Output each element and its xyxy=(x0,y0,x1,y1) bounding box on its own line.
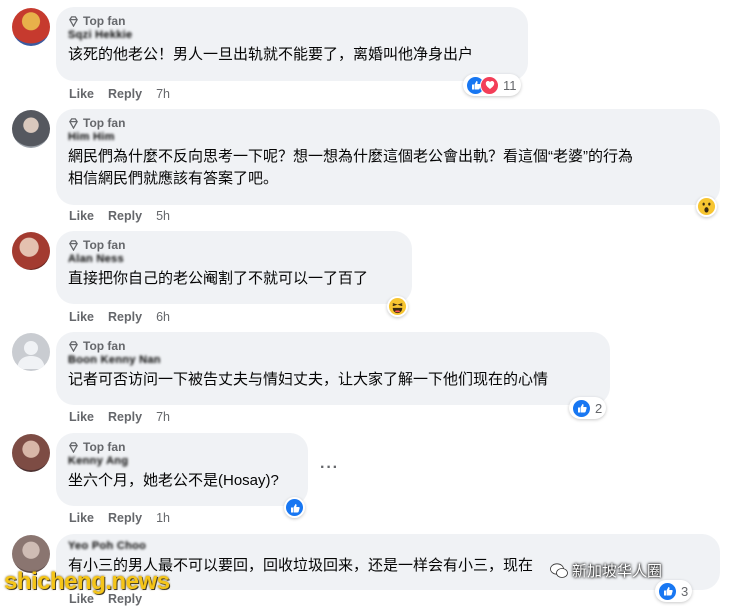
reply-button[interactable]: Reply xyxy=(108,87,142,101)
comment-text: 该死的他老公！男人一旦出轨就不能要了，离婚叫他净身出户 xyxy=(68,46,474,63)
wechat-icon xyxy=(550,562,568,578)
timestamp[interactable]: 1h xyxy=(156,511,170,525)
reaction-summary[interactable] xyxy=(284,497,305,518)
author-name[interactable]: Him Him xyxy=(68,131,708,146)
comment-text: 坐六个月，她老公不是(Hosay)? xyxy=(68,472,279,489)
diamond-icon xyxy=(69,117,78,129)
reaction-summary[interactable]: 11 xyxy=(463,74,521,96)
reaction-count: 11 xyxy=(503,77,517,93)
reaction-summary[interactable] xyxy=(696,196,717,217)
comment-actions: Like Reply 7h xyxy=(69,410,170,424)
reaction-summary[interactable]: 2 xyxy=(569,397,607,419)
like-button[interactable]: Like xyxy=(69,310,94,324)
reaction-count: 3 xyxy=(681,583,689,599)
comment-actions: Like Reply 1h xyxy=(69,511,170,525)
thumbs-up-icon xyxy=(286,499,303,516)
more-dots-icon[interactable]: ··· xyxy=(320,459,339,477)
comment-bubble: Top fan Kenny Ang 坐六个月，她老公不是(Hosay)? xyxy=(56,433,308,506)
top-fan-badge: Top fan xyxy=(68,237,400,253)
comment-bubble: Top fan Sqzi Hekkie 该死的他老公！男人一旦出轨就不能要了，离… xyxy=(56,7,528,81)
badge-label: Top fan xyxy=(83,440,126,454)
thumbs-up-icon xyxy=(572,398,591,418)
comment-text-line-2: 相信網民們就應該有答案了吧。 xyxy=(68,170,279,187)
timestamp[interactable]: 7h xyxy=(156,87,170,101)
comment-actions: Like Reply 6h xyxy=(69,310,170,324)
comment-text: 直接把你自己的老公阉割了不就可以一了百了 xyxy=(68,270,369,287)
thumbs-up-icon xyxy=(658,581,677,601)
like-button[interactable]: Like xyxy=(69,209,94,223)
wechat-watermark: 新加坡华人圈 xyxy=(550,560,662,581)
top-fan-badge: Top fan xyxy=(68,115,708,131)
reaction-summary[interactable] xyxy=(387,296,408,317)
author-name[interactable]: Sqzi Hekkie xyxy=(68,29,516,44)
author-name[interactable]: Alan Ness xyxy=(68,253,400,268)
badge-label: Top fan xyxy=(83,339,126,353)
timestamp[interactable]: 5h xyxy=(156,209,170,223)
wechat-watermark-text: 新加坡华人圈 xyxy=(572,563,663,580)
default-avatar-icon xyxy=(17,341,45,369)
top-fan-badge: Top fan xyxy=(68,13,516,29)
top-fan-badge: Top fan xyxy=(68,338,598,354)
comment-bubble: Top fan Boon Kenny Nan 记者可否访问一下被告丈夫与情妇丈夫… xyxy=(56,332,610,405)
diamond-icon xyxy=(69,340,78,352)
comment-actions: Like Reply 5h xyxy=(69,209,170,223)
avatar[interactable] xyxy=(12,110,50,148)
author-name[interactable]: Yeo Poh Choo xyxy=(68,540,708,555)
author-name[interactable]: Boon Kenny Nan xyxy=(68,354,598,369)
comment-actions: Like Reply 7h xyxy=(69,87,170,101)
wow-icon xyxy=(697,197,716,216)
badge-label: Top fan xyxy=(83,116,126,130)
reaction-summary[interactable]: 3 xyxy=(655,580,693,602)
like-button[interactable]: Like xyxy=(69,511,94,525)
badge-label: Top fan xyxy=(83,14,126,28)
avatar[interactable] xyxy=(12,232,50,270)
timestamp[interactable]: 6h xyxy=(156,310,170,324)
comment-text: 網民們為什麼不反向思考一下呢？想一想為什麼這個老公會出軌？看這個“老婆”的行為 xyxy=(68,148,633,165)
like-button[interactable]: Like xyxy=(69,410,94,424)
heart-icon xyxy=(480,75,499,95)
badge-label: Top fan xyxy=(83,238,126,252)
diamond-icon xyxy=(69,15,78,27)
reply-button[interactable]: Reply xyxy=(108,209,142,223)
haha-icon xyxy=(388,297,407,316)
avatar[interactable] xyxy=(12,333,50,371)
site-watermark: shicheng.news xyxy=(4,568,170,595)
diamond-icon xyxy=(69,441,78,453)
comment-bubble: Top fan Him Him 網民們為什麼不反向思考一下呢？想一想為什麼這個老… xyxy=(56,109,720,205)
avatar[interactable] xyxy=(12,8,50,46)
comment-bubble: Top fan Alan Ness 直接把你自己的老公阉割了不就可以一了百了 xyxy=(56,231,412,304)
reply-button[interactable]: Reply xyxy=(108,410,142,424)
top-fan-badge: Top fan xyxy=(68,439,296,455)
reaction-count: 2 xyxy=(595,400,603,416)
author-name[interactable]: Kenny Ang xyxy=(68,455,296,470)
comment-text: 记者可否访问一下被告丈夫与情妇丈夫，让大家了解一下他们现在的心情 xyxy=(68,371,549,388)
timestamp[interactable]: 7h xyxy=(156,410,170,424)
reply-button[interactable]: Reply xyxy=(108,511,142,525)
avatar[interactable] xyxy=(12,434,50,472)
like-button[interactable]: Like xyxy=(69,87,94,101)
reply-button[interactable]: Reply xyxy=(108,310,142,324)
diamond-icon xyxy=(69,239,78,251)
